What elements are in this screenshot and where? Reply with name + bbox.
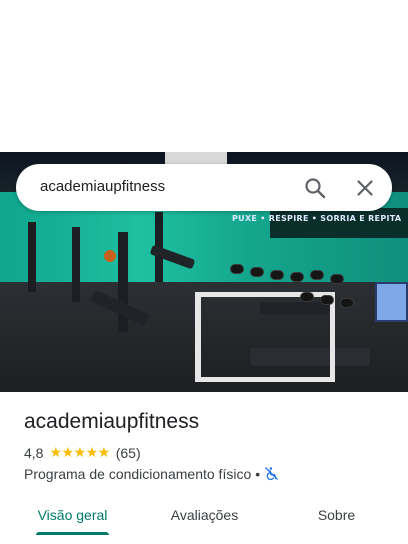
place-category[interactable]: Programa de condicionamento físico <box>24 466 251 482</box>
rating-value: 4,8 <box>24 445 44 461</box>
photo-dumbbell <box>290 272 304 282</box>
photo-weight-plate <box>104 250 116 262</box>
separator-dot: • <box>255 465 261 482</box>
category-row: Programa de condicionamento físico • <box>24 465 279 482</box>
top-blank-area <box>0 0 408 152</box>
tab-about[interactable]: Sobre <box>284 496 389 534</box>
photo-dumbbell <box>300 292 314 302</box>
search-input[interactable]: academiaupfitness <box>40 178 165 195</box>
photo-wall-banner <box>270 208 408 238</box>
photo-dumbbell <box>310 270 324 280</box>
photo-dumbbell <box>230 264 244 274</box>
star-rating-icon: ★★★★★ <box>49 445 110 461</box>
rating-row[interactable]: 4,8 ★★★★★ (65) <box>24 445 141 461</box>
photo-machine-frame <box>195 292 335 382</box>
search-bar[interactable]: academiaupfitness <box>16 164 392 211</box>
photo-dumbbell <box>270 270 284 280</box>
photo-rack <box>28 222 36 292</box>
photo-dumbbell <box>320 295 334 305</box>
tab-overview[interactable]: Visão geral <box>20 496 125 534</box>
photo-window <box>375 282 408 322</box>
photo-dumbbell <box>250 267 264 277</box>
active-tab-indicator <box>36 532 109 535</box>
review-count[interactable]: (65) <box>116 445 141 461</box>
search-icon[interactable] <box>303 176 327 200</box>
close-icon[interactable] <box>353 176 377 200</box>
tab-reviews[interactable]: Avaliações <box>152 496 257 534</box>
wheelchair-not-accessible-icon[interactable] <box>264 466 279 481</box>
photo-dumbbell <box>330 274 344 284</box>
place-title: academiaupfitness <box>24 410 200 433</box>
photo-rack <box>72 227 80 302</box>
place-tabs: Visão geral Avaliações Sobre <box>0 496 408 544</box>
photo-dumbbell <box>340 298 354 308</box>
photo-wall-text: PUXE • RESPIRE • SORRIA E REPITA <box>232 214 402 223</box>
